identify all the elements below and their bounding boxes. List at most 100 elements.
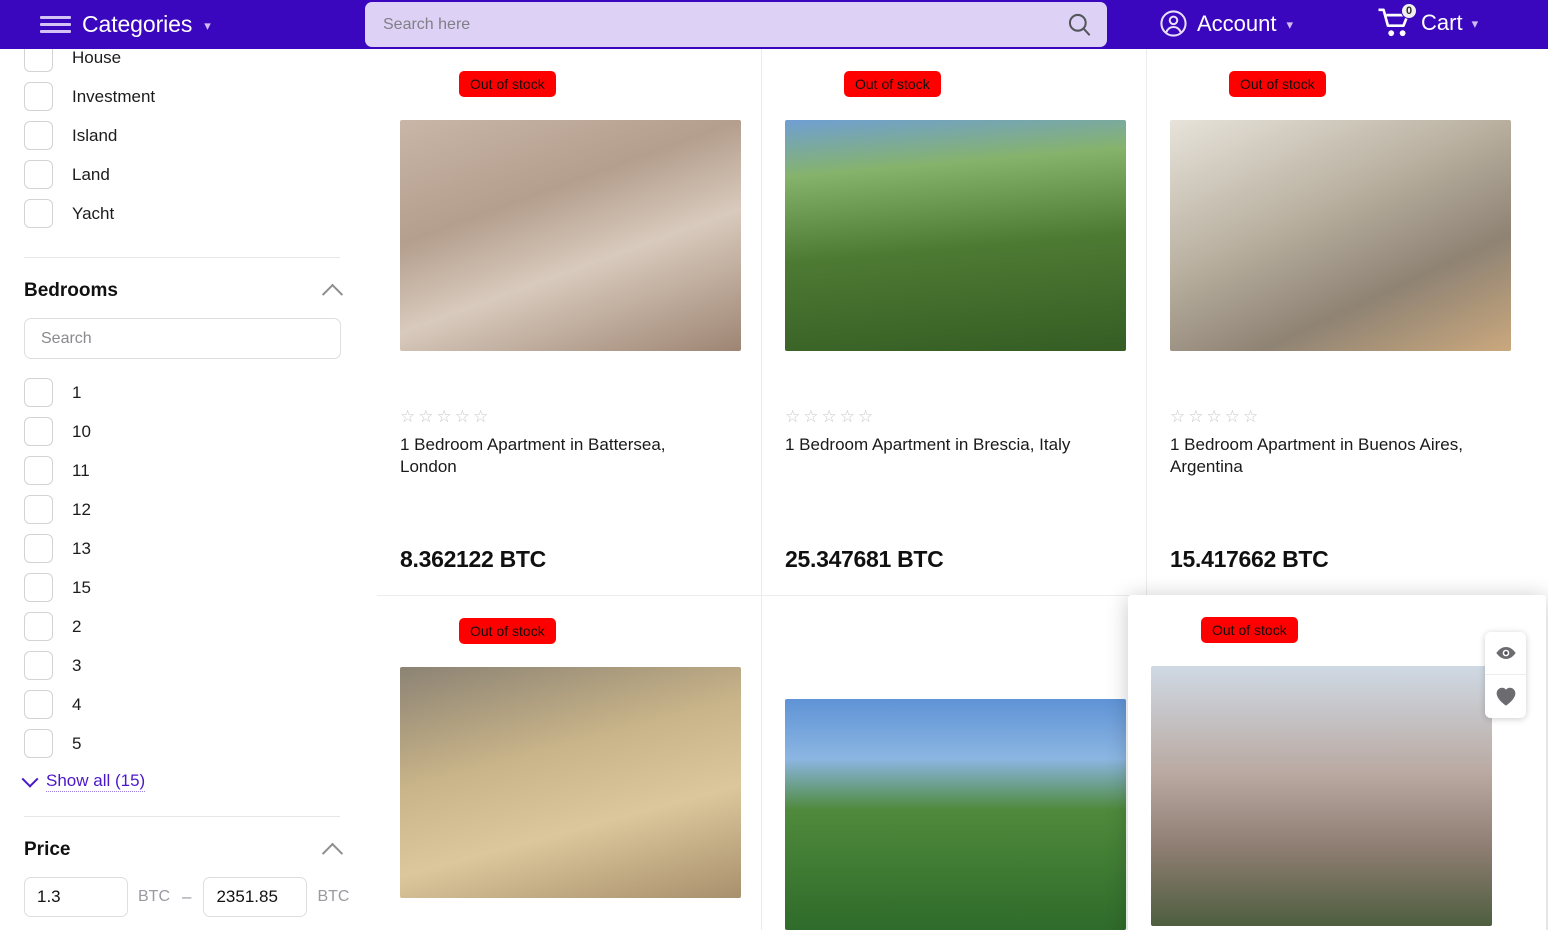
chevron-down-icon: ▾ xyxy=(204,17,211,33)
category-filter-land[interactable]: Land xyxy=(24,155,340,194)
stock-badge: Out of stock xyxy=(459,618,556,644)
search-bar[interactable] xyxy=(365,2,1107,47)
bedrooms-title: Bedrooms xyxy=(24,280,118,301)
quick-view-button[interactable] xyxy=(1485,632,1526,675)
product-image xyxy=(785,120,1126,351)
product-grid: Out of stock ☆ ☆ ☆ ☆ ☆ 1 Bedroom Apartment i… xyxy=(377,49,1548,930)
checkbox[interactable] xyxy=(24,456,53,485)
product-card[interactable]: Out of stock ☆ ☆ ☆ ☆ ☆ 1 Bedroom Apartment i… xyxy=(1147,49,1532,596)
product-image xyxy=(1170,120,1511,351)
checkbox[interactable] xyxy=(24,199,53,228)
checkbox[interactable] xyxy=(24,378,53,407)
checkbox[interactable] xyxy=(24,690,53,719)
heart-icon xyxy=(1496,687,1515,706)
account-label: Account xyxy=(1197,10,1277,36)
product-card[interactable]: Out of stock ☆ ☆ ☆ ☆ ☆ 1 Bedroom Apartment i… xyxy=(762,49,1147,596)
checkbox[interactable] xyxy=(24,729,53,758)
bedrooms-option-label: 3 xyxy=(72,655,82,675)
product-price: 15.417662 BTC xyxy=(1170,546,1329,572)
category-filter-yacht[interactable]: Yacht xyxy=(24,194,340,233)
product-card-hovered[interactable]: Out of stock xyxy=(1128,595,1546,930)
category-filter-investment[interactable]: Investment xyxy=(24,77,340,116)
chevron-up-icon[interactable] xyxy=(321,842,344,864)
price-min-input[interactable] xyxy=(24,877,128,917)
checkbox[interactable] xyxy=(24,651,53,680)
checkbox[interactable] xyxy=(24,160,53,189)
stock-badge: Out of stock xyxy=(844,71,941,97)
checkbox[interactable] xyxy=(24,573,53,602)
checkbox[interactable] xyxy=(24,49,53,72)
bedrooms-option-1[interactable]: 1 xyxy=(24,373,340,412)
bedrooms-search-input[interactable] xyxy=(24,318,341,359)
checkbox[interactable] xyxy=(24,82,53,111)
category-filter-island[interactable]: Island xyxy=(24,116,340,155)
bedrooms-option-3[interactable]: 3 xyxy=(24,646,340,685)
bedrooms-option-4[interactable]: 4 xyxy=(24,685,340,724)
checkbox[interactable] xyxy=(24,534,53,563)
search-icon xyxy=(1068,13,1090,36)
product-title[interactable]: 1 Bedroom Apartment in Brescia, Italy xyxy=(785,434,1103,456)
bedrooms-option-10[interactable]: 10 xyxy=(24,412,340,451)
bedrooms-filter-header[interactable]: Bedrooms xyxy=(24,280,344,305)
product-card[interactable]: Out of stock ☆ ☆ ☆ ☆ ☆ 1 Bedroom Apartment i… xyxy=(377,49,762,596)
bedrooms-option-5[interactable]: 5 xyxy=(24,724,340,763)
bedrooms-option-list: 1 10 11 12 13 15 2 3 4 5 xyxy=(24,373,340,763)
price-max-unit: BTC xyxy=(317,888,350,905)
product-title[interactable]: 1 Bedroom Apartment in Battersea, London xyxy=(400,434,718,478)
search-input[interactable] xyxy=(365,15,1051,34)
bedrooms-option-label: 11 xyxy=(72,460,90,480)
price-title: Price xyxy=(24,839,71,860)
site-header: Categories ▾ Account ▾ 0 Car xyxy=(0,0,1548,49)
price-filter-header[interactable]: Price xyxy=(24,839,344,864)
rating-stars[interactable]: ☆ ☆ ☆ ☆ ☆ xyxy=(785,407,1123,427)
checkbox[interactable] xyxy=(24,612,53,641)
category-label: Island xyxy=(72,125,118,145)
rating-stars[interactable]: ☆ ☆ ☆ ☆ ☆ xyxy=(400,407,738,427)
price-max-input[interactable] xyxy=(203,877,308,917)
categories-menu-button[interactable]: Categories ▾ xyxy=(40,11,211,38)
category-label: Investment xyxy=(72,86,156,106)
cart-label: Cart xyxy=(1421,10,1463,35)
search-button[interactable] xyxy=(1051,2,1107,47)
bedrooms-option-label: 10 xyxy=(72,421,91,441)
bedrooms-option-label: 15 xyxy=(72,577,91,597)
price-range-inputs: BTC – BTC xyxy=(24,877,349,917)
show-all-bedrooms-link[interactable]: Show all (15) xyxy=(21,770,340,792)
bedrooms-option-12[interactable]: 12 xyxy=(24,490,340,529)
bedrooms-option-label: 5 xyxy=(72,733,82,753)
checkbox[interactable] xyxy=(24,417,53,446)
category-label: House xyxy=(72,49,122,67)
sidebar-divider xyxy=(24,816,340,817)
bedrooms-option-label: 13 xyxy=(72,538,91,558)
add-to-wishlist-button[interactable] xyxy=(1485,675,1526,718)
bedrooms-option-label: 2 xyxy=(72,616,82,636)
cart-icon-wrapper: 0 xyxy=(1377,3,1417,40)
category-label: Land xyxy=(72,164,110,184)
product-card[interactable]: Out of stock xyxy=(377,596,762,930)
stock-badge: Out of stock xyxy=(459,71,556,97)
categories-label: Categories xyxy=(82,11,193,37)
rating-stars[interactable]: ☆ ☆ ☆ ☆ ☆ xyxy=(1170,407,1509,427)
product-row: Out of stock ☆ ☆ ☆ ☆ ☆ 1 Bedroom Apartment i… xyxy=(377,49,1548,596)
stock-badge: Out of stock xyxy=(1229,71,1326,97)
product-image xyxy=(400,120,741,351)
product-price: 25.347681 BTC xyxy=(785,546,944,572)
chevron-up-icon[interactable] xyxy=(321,283,344,305)
chevron-down-icon: ▾ xyxy=(1471,16,1479,31)
bedrooms-option-2[interactable]: 2 xyxy=(24,607,340,646)
chevron-down-icon: ▾ xyxy=(1286,16,1294,32)
bedrooms-option-13[interactable]: 13 xyxy=(24,529,340,568)
bedrooms-option-15[interactable]: 15 xyxy=(24,568,340,607)
checkbox[interactable] xyxy=(24,121,53,150)
cart-menu-button[interactable]: 0 Cart ▾ xyxy=(1377,3,1479,40)
bedrooms-option-11[interactable]: 11 xyxy=(24,451,340,490)
eye-icon xyxy=(1495,647,1516,659)
product-quick-actions xyxy=(1485,632,1526,718)
account-menu-button[interactable]: Account ▾ xyxy=(1159,9,1293,38)
stock-badge: Out of stock xyxy=(1201,617,1298,643)
checkbox[interactable] xyxy=(24,495,53,524)
category-filter-house[interactable]: House xyxy=(24,49,340,77)
price-min-unit: BTC xyxy=(138,888,170,905)
product-title[interactable]: 1 Bedroom Apartment in Buenos Aires, Arg… xyxy=(1170,434,1488,478)
product-card[interactable] xyxy=(762,596,1147,930)
